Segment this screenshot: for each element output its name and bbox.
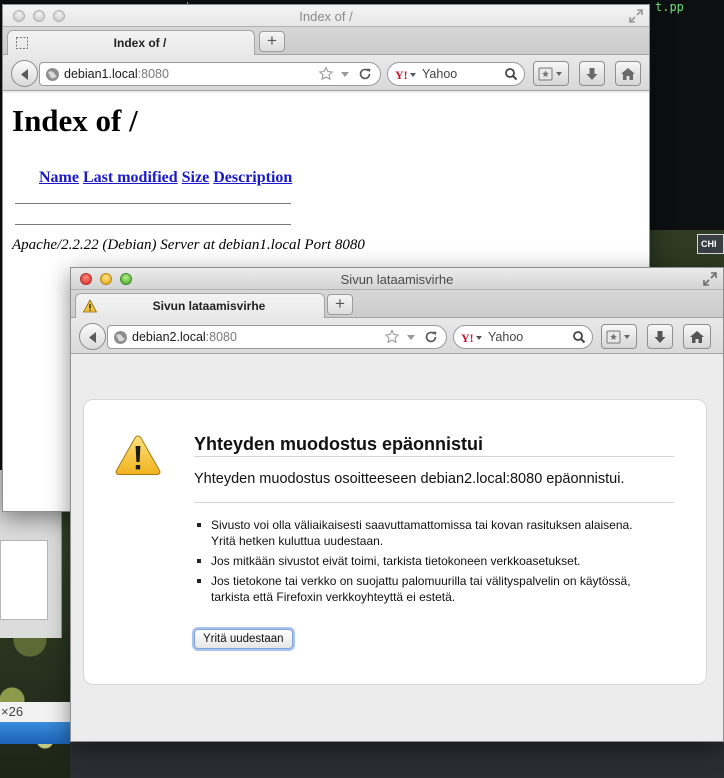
tab-strip: Index of / + [3,27,649,55]
downloads-button[interactable] [647,324,673,349]
new-tab-button[interactable]: + [259,31,285,52]
background-thumbnail: CHI [697,234,724,254]
terminal-text-right: t.pp [655,0,684,14]
fullscreen-icon[interactable] [629,9,643,23]
url-text[interactable]: debian1.local:8080 [64,67,169,81]
bookmark-star-icon[interactable] [384,329,400,345]
error-message: Yhteyden muodostus osoitteeseen debian2.… [194,471,625,487]
server-signature: Apache/2.2.22 (Debian) Server at debian1… [12,237,365,253]
home-icon [621,67,635,80]
search-icon[interactable] [504,67,518,81]
window-title: Index of / [299,9,353,24]
home-button[interactable] [683,324,711,349]
fullscreen-icon[interactable] [703,272,717,286]
downloads-button[interactable] [579,61,605,86]
list-item: Sivusto voi olla väliaikaisesti saavutta… [196,517,636,549]
error-title: Yhteyden muodostus epäonnistui [194,434,484,454]
history-dropdown-icon[interactable] [340,66,350,82]
home-button[interactable] [615,61,641,86]
new-tab-button[interactable]: + [327,294,353,315]
column-name-link[interactable]: Name [39,169,79,186]
titlebar[interactable]: Sivun lataamisvirhe [71,268,723,290]
divider-bottom [15,224,291,225]
globe-icon[interactable] [45,67,60,82]
divider-top [15,203,291,204]
column-description-link[interactable]: Description [213,169,292,186]
column-size-link[interactable]: Size [182,169,210,186]
suggestion-list: Sivusto voi olla väliaikaisesti saavutta… [196,517,636,609]
back-button[interactable] [11,60,38,87]
list-item: Jos mitkään sivustot eivät toimi, tarkis… [196,553,636,569]
background-window-inner [0,540,48,620]
bookmarks-menu-button[interactable] [601,324,637,349]
plus-icon: + [335,294,345,313]
titlebar[interactable]: Index of / [3,5,649,27]
page-heading: Index of / [12,103,138,138]
bookmarks-icon [538,67,562,80]
back-button[interactable] [79,323,106,350]
blank-page-icon [16,37,28,49]
home-icon [690,330,704,343]
page-content: Yhteyden muodostus epäonnistui Yhteyden … [71,356,723,741]
search-icon[interactable] [572,330,586,344]
tab-load-error[interactable]: Sivun lataamisvirhe [75,293,325,318]
globe-icon[interactable] [113,330,128,345]
svg-text:Y!: Y! [395,68,408,82]
background-dock-area [70,740,724,778]
reload-icon[interactable] [424,330,438,344]
search-bar[interactable]: Y! Yahoo [453,325,593,349]
navigation-toolbar: debian2.local:8080 Y! Yahoo [71,318,723,354]
yahoo-engine-icon[interactable]: Y! [461,331,485,345]
bookmarks-menu-button[interactable] [533,61,569,86]
tab-label: Index of / [113,36,167,50]
column-headers: Name Last modified Size Description [39,169,296,187]
plus-icon: + [267,31,277,50]
list-item: Jos tietokone tai verkko on suojattu pal… [196,573,636,605]
yahoo-engine-icon[interactable]: Y! [395,68,419,82]
search-bar[interactable]: Y! Yahoo [387,62,525,86]
background-selection-bar [0,722,70,744]
back-arrow-icon [21,69,28,80]
tab-strip: Sivun lataamisvirhe + [71,290,723,318]
tab-index-of[interactable]: Index of / [7,30,255,55]
tab-label: Sivun lataamisvirhe [152,299,266,313]
background-size-label: ×26 [0,702,70,722]
reload-icon[interactable] [358,67,372,81]
warning-icon [115,435,161,475]
retry-button[interactable]: Yritä uudestaan [194,629,293,649]
history-dropdown-icon[interactable] [406,329,416,345]
browser-window-front[interactable]: Sivun lataamisvirhe Sivun lataamisvirhe … [70,267,724,742]
back-arrow-icon [89,332,96,343]
bookmark-star-icon[interactable] [318,66,334,82]
warning-icon [83,299,97,313]
error-card: Yhteyden muodostus epäonnistui Yhteyden … [83,399,707,685]
search-placeholder: Yahoo [422,67,458,81]
navigation-toolbar: debian1.local:8080 Y! Yahoo [3,55,649,91]
url-bar[interactable]: debian2.local:8080 [107,325,447,349]
url-text[interactable]: debian2.local:8080 [132,330,237,344]
search-placeholder: Yahoo [488,330,524,344]
title-divider [194,456,674,457]
download-arrow-icon [654,330,666,343]
bookmarks-icon [606,330,630,343]
svg-text:Y!: Y! [461,331,474,345]
download-arrow-icon [586,67,598,80]
message-divider [194,502,674,503]
window-title: Sivun lataamisvirhe [340,272,454,287]
column-last-modified-link[interactable]: Last modified [83,169,178,186]
url-bar[interactable]: debian1.local:8080 [39,62,381,86]
